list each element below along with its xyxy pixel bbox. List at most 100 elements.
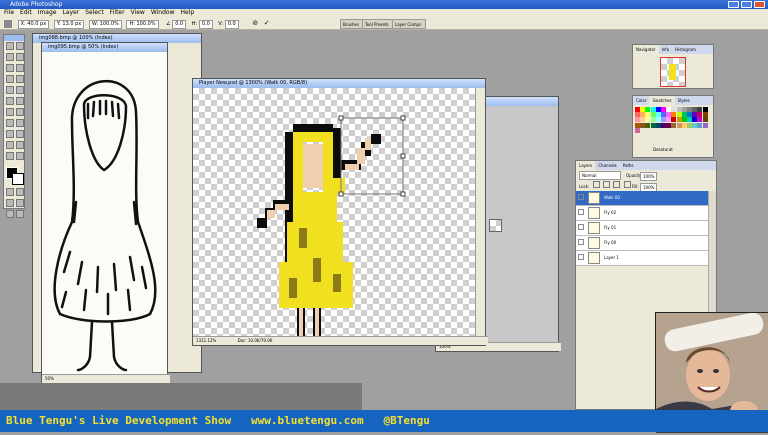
close-button[interactable] (754, 1, 765, 8)
tab-info[interactable]: Info (659, 45, 673, 54)
eye-icon[interactable] (578, 209, 584, 215)
healing-tool-icon[interactable] (6, 75, 14, 83)
sketch-canvas[interactable] (42, 52, 167, 374)
shape-tool-icon[interactable] (16, 130, 24, 138)
pen-tool-icon[interactable] (6, 130, 14, 138)
menu-select[interactable]: Select (85, 9, 104, 16)
lock-pixels-icon[interactable] (603, 181, 611, 188)
commit-transform-icon[interactable]: ✓ (264, 17, 270, 30)
history-brush-icon[interactable] (16, 86, 24, 94)
tab-color[interactable]: Color (633, 96, 649, 105)
tab-navigator[interactable]: Navigator (633, 45, 659, 54)
lock-transparency-icon[interactable] (592, 181, 600, 188)
maximize-button[interactable] (741, 1, 752, 8)
slice-tool-icon[interactable] (16, 64, 24, 72)
tab-layers[interactable]: Layers (576, 161, 596, 170)
angle-icon: ∠ (166, 21, 171, 27)
angle-field[interactable]: 0.0 (172, 20, 187, 29)
lock-all-icon[interactable] (623, 181, 631, 188)
move-tool-icon[interactable] (16, 42, 24, 50)
layer-name[interactable]: Walk 00 (604, 191, 620, 205)
stream-banner: Blue Tengu's Live Development Show www.b… (0, 410, 768, 432)
hand-tool-icon[interactable] (6, 152, 14, 160)
height-field[interactable]: H: 100.0% (126, 20, 159, 29)
eraser-tool-icon[interactable] (6, 97, 14, 105)
eye-icon[interactable] (578, 254, 584, 260)
layer-thumbnail (588, 192, 600, 204)
jump-to-imageready-icon[interactable] (16, 210, 24, 218)
opacity-field[interactable]: 100% (640, 172, 658, 181)
main-canvas[interactable] (193, 88, 476, 336)
eye-icon[interactable] (578, 194, 584, 200)
swatches-panel: Color Swatches Styles Desaturat (632, 95, 714, 158)
screen-mode-2-icon[interactable] (16, 199, 24, 207)
tab-swatches[interactable]: Swatches (649, 96, 675, 105)
layer-row[interactable]: Fly 01 (576, 221, 711, 236)
well-layer-comps[interactable]: Layer Comps (392, 19, 426, 29)
width-field[interactable]: W: 100.0% (88, 20, 122, 29)
blend-mode-select[interactable]: Normal (579, 171, 621, 180)
type-tool-icon[interactable] (16, 119, 24, 127)
layer-row[interactable]: Layer 1 (576, 251, 711, 266)
layer-name[interactable]: Fly 00 (604, 236, 616, 250)
document-window-player[interactable]: Player New.psd @ 1300% (Walk 00, RGB/8) (192, 78, 488, 346)
v-skew-icon: V: (218, 21, 224, 27)
tab-paths[interactable]: Paths (620, 161, 637, 170)
y-field[interactable]: Y: 13.0 px (53, 20, 85, 29)
cancel-transform-icon[interactable]: ⊘ (252, 17, 258, 30)
layer-name[interactable]: Fly 01 (604, 221, 616, 235)
document-window-img095[interactable]: img095.bmp @ 50% (Index) 50% (41, 42, 170, 384)
zoom-readout-player[interactable]: 1311.12% (196, 338, 216, 343)
blur-tool-icon[interactable] (6, 108, 14, 116)
tab-styles[interactable]: Styles (675, 96, 693, 105)
v-skew-field[interactable]: 0.0 (224, 20, 239, 29)
x-field[interactable]: X: 40.0 px (17, 20, 50, 29)
doc-size-readout: Doc: 10.0K/79.0K (237, 338, 273, 343)
layer-name[interactable]: Layer 1 (604, 251, 619, 265)
path-select-icon[interactable] (6, 119, 14, 127)
menu-file[interactable]: File (4, 9, 14, 16)
eyedropper-tool-icon[interactable] (16, 141, 24, 149)
zoom-readout-img095[interactable]: 50% (45, 376, 54, 381)
brush-tool-icon[interactable] (16, 75, 24, 83)
layer-name[interactable]: Fly 02 (604, 206, 616, 220)
menu-layer[interactable]: Layer (62, 9, 79, 16)
layer-row[interactable]: Walk 00 (576, 191, 711, 206)
menu-filter[interactable]: Filter (110, 9, 125, 16)
navigator-thumbnail[interactable] (660, 57, 686, 87)
eye-icon[interactable] (578, 239, 584, 245)
menu-view[interactable]: View (131, 9, 145, 16)
tab-histogram[interactable]: Histogram (672, 45, 699, 54)
zoom-tool-icon[interactable] (16, 152, 24, 160)
magic-wand-tool-icon[interactable] (16, 53, 24, 61)
navigator-character (669, 64, 676, 80)
standard-mode-icon[interactable] (6, 188, 14, 196)
screen-mode-1-icon[interactable] (6, 199, 14, 207)
marquee-tool-icon[interactable] (6, 42, 14, 50)
dodge-tool-icon[interactable] (16, 108, 24, 116)
menu-edit[interactable]: Edit (20, 9, 32, 16)
swatch-cell[interactable] (702, 122, 708, 128)
layer-row[interactable]: Fly 02 (576, 206, 711, 221)
gradient-tool-icon[interactable] (16, 97, 24, 105)
background-color[interactable] (12, 173, 24, 185)
screen-mode-3-icon[interactable] (6, 210, 14, 218)
vertical-scrollbar[interactable] (475, 88, 485, 336)
app-title: Adobe Photoshop (10, 1, 63, 8)
crop-tool-icon[interactable] (6, 64, 14, 72)
h-skew-field[interactable]: 0.0 (198, 20, 213, 29)
lasso-tool-icon[interactable] (6, 53, 14, 61)
eye-icon[interactable] (578, 224, 584, 230)
stamp-tool-icon[interactable] (6, 86, 14, 94)
minimize-button[interactable] (728, 1, 739, 8)
notes-tool-icon[interactable] (6, 141, 14, 149)
layer-thumbnail (588, 237, 600, 249)
layer-row[interactable]: Fly 00 (576, 236, 711, 251)
quick-mask-icon[interactable] (16, 188, 24, 196)
menu-help[interactable]: Help (181, 9, 195, 16)
menu-window[interactable]: Window (151, 9, 175, 16)
lock-position-icon[interactable] (613, 181, 621, 188)
tab-channels[interactable]: Channels (595, 161, 620, 170)
swatch-cell[interactable] (635, 127, 640, 133)
menu-image[interactable]: Image (38, 9, 57, 16)
